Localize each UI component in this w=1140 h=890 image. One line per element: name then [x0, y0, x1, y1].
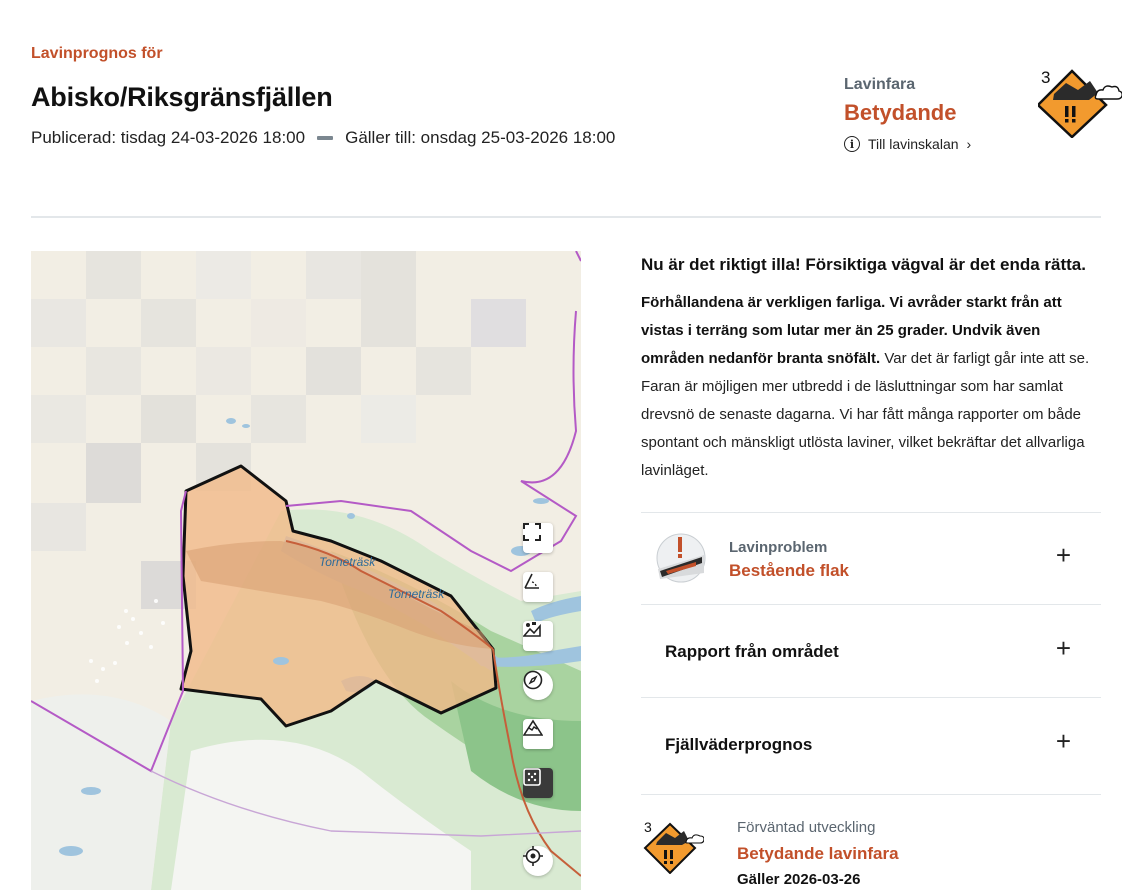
danger-level-3-icon: 3	[1038, 68, 1122, 138]
compass-button[interactable]	[523, 670, 553, 700]
mountain-button[interactable]	[523, 719, 553, 749]
expected-development-label: Förväntad utveckling	[737, 819, 876, 836]
info-icon: i	[844, 136, 860, 152]
persistent-slab-icon	[656, 533, 706, 583]
expected-development-date: Gäller 2026-03-26	[737, 871, 861, 888]
grid-layer-button[interactable]	[523, 768, 553, 798]
area-report-title: Rapport från området	[665, 642, 839, 661]
header-divider	[31, 216, 1101, 218]
valid-until-date: Gäller till: onsdag 25-03-2026 18:00	[345, 128, 616, 147]
expected-development-value: Betydande lavinfara	[737, 844, 899, 863]
area-report-accordion[interactable]: Rapport från området +	[641, 604, 1101, 698]
expected-development-divider	[641, 794, 1101, 795]
chevron-right-icon: ›	[966, 136, 972, 152]
mountain-weather-title: Fjällväderprognos	[665, 735, 813, 754]
terrain-layer-icon	[523, 622, 541, 637]
forecast-body: Förhållandena är verkligen farliga. Vi a…	[641, 289, 1101, 485]
lake-label-tornetrask-1: Torneträsk	[319, 555, 376, 569]
locate-button[interactable]	[523, 846, 553, 876]
avalanche-map[interactable]: Torneträsk Torneträsk	[31, 251, 581, 890]
measure-icon	[524, 573, 539, 589]
svg-text:3: 3	[1041, 68, 1050, 87]
forecast-body-text: Var det är farligt går inte att se. Fara…	[641, 350, 1090, 479]
danger-summary: Lavinfara Betydande i Till lavinskalan ›	[844, 76, 971, 152]
fullscreen-icon	[523, 523, 541, 541]
grid-layer-icon	[523, 768, 541, 786]
danger-label: Lavinfara	[844, 76, 916, 93]
expand-plus-icon: +	[1055, 726, 1071, 756]
avalanche-problem-label: Lavinproblem	[729, 539, 828, 556]
lake-label-tornetrask-2: Torneträsk	[388, 587, 445, 601]
page-title: Abisko/Riksgränsfjällen	[31, 82, 333, 112]
measure-button[interactable]	[523, 572, 553, 602]
forecast-content: Nu är det riktigt illa! Försiktiga vägva…	[641, 251, 1101, 485]
svg-text:3: 3	[644, 819, 652, 835]
scale-link-label: Till lavinskalan	[868, 136, 959, 152]
mountain-weather-accordion[interactable]: Fjällväderprognos +	[641, 697, 1101, 795]
published-date: Publicerad: tisdag 24-03-2026 18:00	[31, 128, 306, 147]
forecast-meta: Publicerad: tisdag 24-03-2026 18:00 Gäll…	[31, 128, 615, 148]
forecast-headline: Nu är det riktigt illa! Försiktiga vägva…	[641, 255, 1086, 274]
locate-icon	[523, 846, 543, 866]
avalanche-problem-accordion[interactable]: Lavinproblem Bestående flak +	[641, 512, 1101, 605]
expand-plus-icon: +	[1055, 540, 1071, 570]
danger-level: Betydande	[844, 100, 957, 125]
mountain-icon	[523, 719, 543, 736]
fullscreen-button[interactable]	[523, 523, 553, 553]
expand-plus-icon: +	[1055, 633, 1071, 663]
avalanche-problem-value: Bestående flak	[729, 561, 849, 580]
forecast-eyebrow: Lavinprognos för	[31, 45, 163, 62]
compass-icon	[523, 670, 543, 690]
meta-separator	[317, 136, 334, 140]
expected-danger-level-3-icon: 3	[643, 819, 704, 874]
terrain-layer-button[interactable]	[523, 621, 553, 651]
scale-link[interactable]: i Till lavinskalan ›	[844, 136, 971, 152]
